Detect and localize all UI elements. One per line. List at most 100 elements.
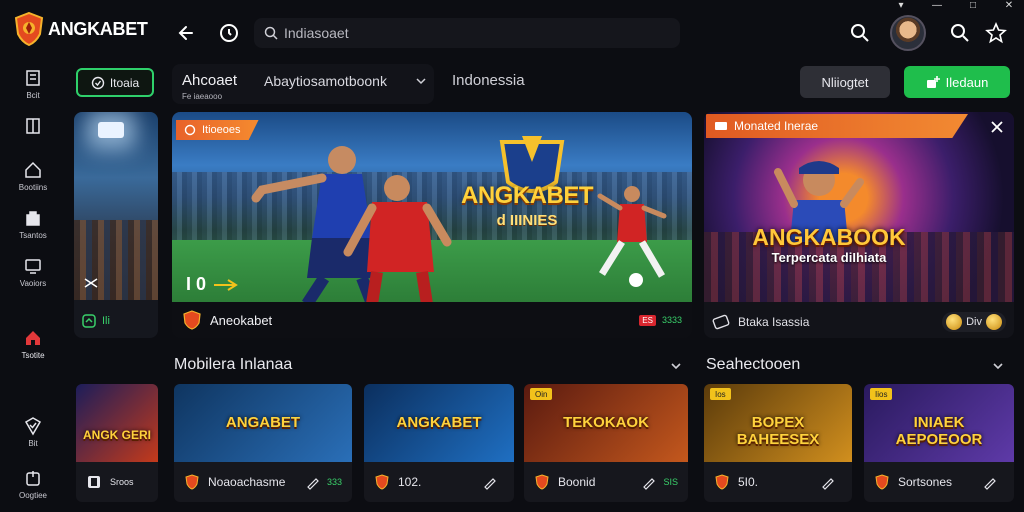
pencil-icon[interactable] xyxy=(305,474,321,490)
tile-footer: 5I0. xyxy=(704,462,852,502)
close-icon[interactable]: ✕ xyxy=(1002,0,1016,12)
sidebar-item-tsotite[interactable]: Tsotite xyxy=(0,328,66,360)
left-sidebar: Bcit Bootiins Tsantos Vaoiors Tsotite Bi… xyxy=(0,60,66,512)
user-add-icon xyxy=(926,76,940,88)
brand-name: ANGKABET xyxy=(48,18,148,39)
top-bar xyxy=(160,14,1014,52)
tile-image: ANGKABET xyxy=(364,384,514,462)
sidebar-item-bcit[interactable]: Bcit xyxy=(0,68,66,100)
sidebar-item-tsantos[interactable]: Tsantos xyxy=(0,208,66,240)
tile-tag: Iios xyxy=(870,388,893,400)
home-active-icon xyxy=(26,331,40,345)
tile-tag: Oin xyxy=(530,388,553,400)
pencil-icon[interactable] xyxy=(641,474,657,490)
check-circle-icon xyxy=(91,76,105,89)
avatar[interactable] xyxy=(890,15,926,51)
search-icon[interactable] xyxy=(842,15,878,51)
promo-footer-right[interactable]: Div xyxy=(942,312,1006,332)
language-selector[interactable]: Ahcoaet Abaytiosamotboonk Fe iaeaooo xyxy=(172,64,434,104)
shield-icon xyxy=(715,474,729,490)
tile-stat xyxy=(820,474,842,490)
sidebar-item-label: Tsantos xyxy=(19,231,47,240)
promo-title: ANGKABOOK xyxy=(752,224,906,250)
game-tile[interactable]: Oin TEKOKAOK Boonid SIS xyxy=(524,384,688,502)
search-input[interactable] xyxy=(284,25,664,41)
tile-name: INIAEK AEPOEOOR xyxy=(895,414,983,448)
hero-footer-stat: ES 3333 xyxy=(639,314,682,326)
refresh-icon[interactable] xyxy=(214,18,244,48)
shield-icon xyxy=(875,474,889,490)
game-tile[interactable]: ANGABET Noaoachasme 333 xyxy=(174,384,352,502)
tile-stat-value: SIS xyxy=(663,477,678,487)
promo-footer: Btaka Isassia Div xyxy=(704,306,1014,338)
sidebar-item-label: Oogtiee xyxy=(18,491,48,500)
link-icon xyxy=(214,278,238,291)
topbar-actions xyxy=(842,14,1014,52)
side-feature-card[interactable]: Ili xyxy=(74,112,158,338)
promo-image: Monated Inerae ANGKABOOK Terpercata diIh… xyxy=(704,112,1014,302)
hero-logo-subtitle: d IIINIES xyxy=(496,212,558,229)
tile-name: ANGK GERI xyxy=(82,428,151,442)
game-tile-partial[interactable]: ANGK GERI Sroos xyxy=(76,384,158,502)
promo-footer-left: Btaka Isassia xyxy=(738,315,810,329)
tile-image: ANGABET xyxy=(174,384,352,462)
tile-image: Iios INIAEK AEPOEOOR xyxy=(864,384,1014,462)
search-icon[interactable] xyxy=(942,15,978,51)
sidebar-item-book[interactable] xyxy=(0,116,66,136)
login-button-label: Nliiogtet xyxy=(821,74,869,90)
tile-name: ANGKABET xyxy=(396,414,482,431)
pencil-icon[interactable] xyxy=(482,474,498,490)
chevron-down-icon[interactable] xyxy=(670,360,682,372)
promo-subtitle: Terpercata diIhiata xyxy=(771,250,887,265)
brand-badge-icon xyxy=(183,310,201,330)
sidebar-item-label: Tsotite xyxy=(21,351,45,360)
ticket-icon xyxy=(712,314,730,330)
login-button[interactable]: Nliiogtet xyxy=(800,66,890,98)
game-tile[interactable]: Iios INIAEK AEPOEOOR Sortsones xyxy=(864,384,1014,502)
sidebar-item-bootiins[interactable]: Bootiins xyxy=(0,160,66,192)
pencil-icon[interactable] xyxy=(820,474,836,490)
filter-pill-label: Itoaia xyxy=(109,75,140,90)
chevron-down-icon xyxy=(416,78,426,85)
close-icon[interactable] xyxy=(988,118,1006,136)
sidebar-item-oogtiee[interactable]: Oogtiee xyxy=(0,468,66,500)
sidebar-item-vaoiors[interactable]: Vaoiors xyxy=(0,256,66,288)
pencil-icon[interactable] xyxy=(982,474,998,490)
side-card-image xyxy=(74,112,158,300)
coin-icon xyxy=(986,314,1002,330)
hero-image: Itioeoes ANGKABET d IIINIES I 0 xyxy=(172,112,692,304)
hero-match-card[interactable]: Itioeoes ANGKABET d IIINIES I 0 Aneokabe… xyxy=(172,112,692,338)
section-title-left: Mobilera Inlanaa xyxy=(174,356,293,373)
back-arrow-icon[interactable] xyxy=(172,18,202,48)
language-title: Ahcoaet xyxy=(182,72,238,89)
hero-footer: Aneokabet ES 3333 xyxy=(172,302,692,338)
book-icon xyxy=(26,118,40,134)
tile-tag: Ios xyxy=(710,388,731,400)
promo-footer-right-text: Div xyxy=(966,316,982,328)
swap-icon xyxy=(84,278,98,288)
sidebar-item-label: Bootiins xyxy=(18,183,48,192)
tile-footer-text: 5I0. xyxy=(738,475,759,489)
register-button[interactable]: Iledaun xyxy=(904,66,1010,98)
shield-icon xyxy=(185,474,199,490)
search-bar[interactable] xyxy=(254,18,680,48)
hero-logo-title: ANGKABET xyxy=(461,182,594,209)
maximize-icon[interactable]: □ xyxy=(966,0,980,12)
brand[interactable]: ANGKABET xyxy=(14,12,148,46)
filter-pill[interactable]: Itoaia xyxy=(76,68,154,97)
chevron-down-icon[interactable]: ▾ xyxy=(894,0,908,12)
side-card-footer-text: Ili xyxy=(102,315,110,327)
chevron-down-icon[interactable] xyxy=(992,360,1004,372)
star-icon[interactable] xyxy=(978,15,1014,51)
minimize-icon[interactable]: — xyxy=(930,0,944,12)
game-tile[interactable]: ANGKABET 102. xyxy=(364,384,514,502)
region-label[interactable]: Indonessia xyxy=(452,72,525,89)
sidebar-item-bit[interactable]: Bit xyxy=(0,416,66,448)
hero-badge-text: Itioeoes xyxy=(202,124,241,136)
game-icon xyxy=(88,476,100,488)
tile-footer-text: Sortsones xyxy=(898,475,953,489)
bag-icon xyxy=(26,211,40,226)
brand-logo-icon xyxy=(14,12,44,46)
promo-card[interactable]: Monated Inerae ANGKABOOK Terpercata diIh… xyxy=(704,112,1014,338)
game-tile[interactable]: Ios BOPEX BAHEESEX 5I0. xyxy=(704,384,852,502)
